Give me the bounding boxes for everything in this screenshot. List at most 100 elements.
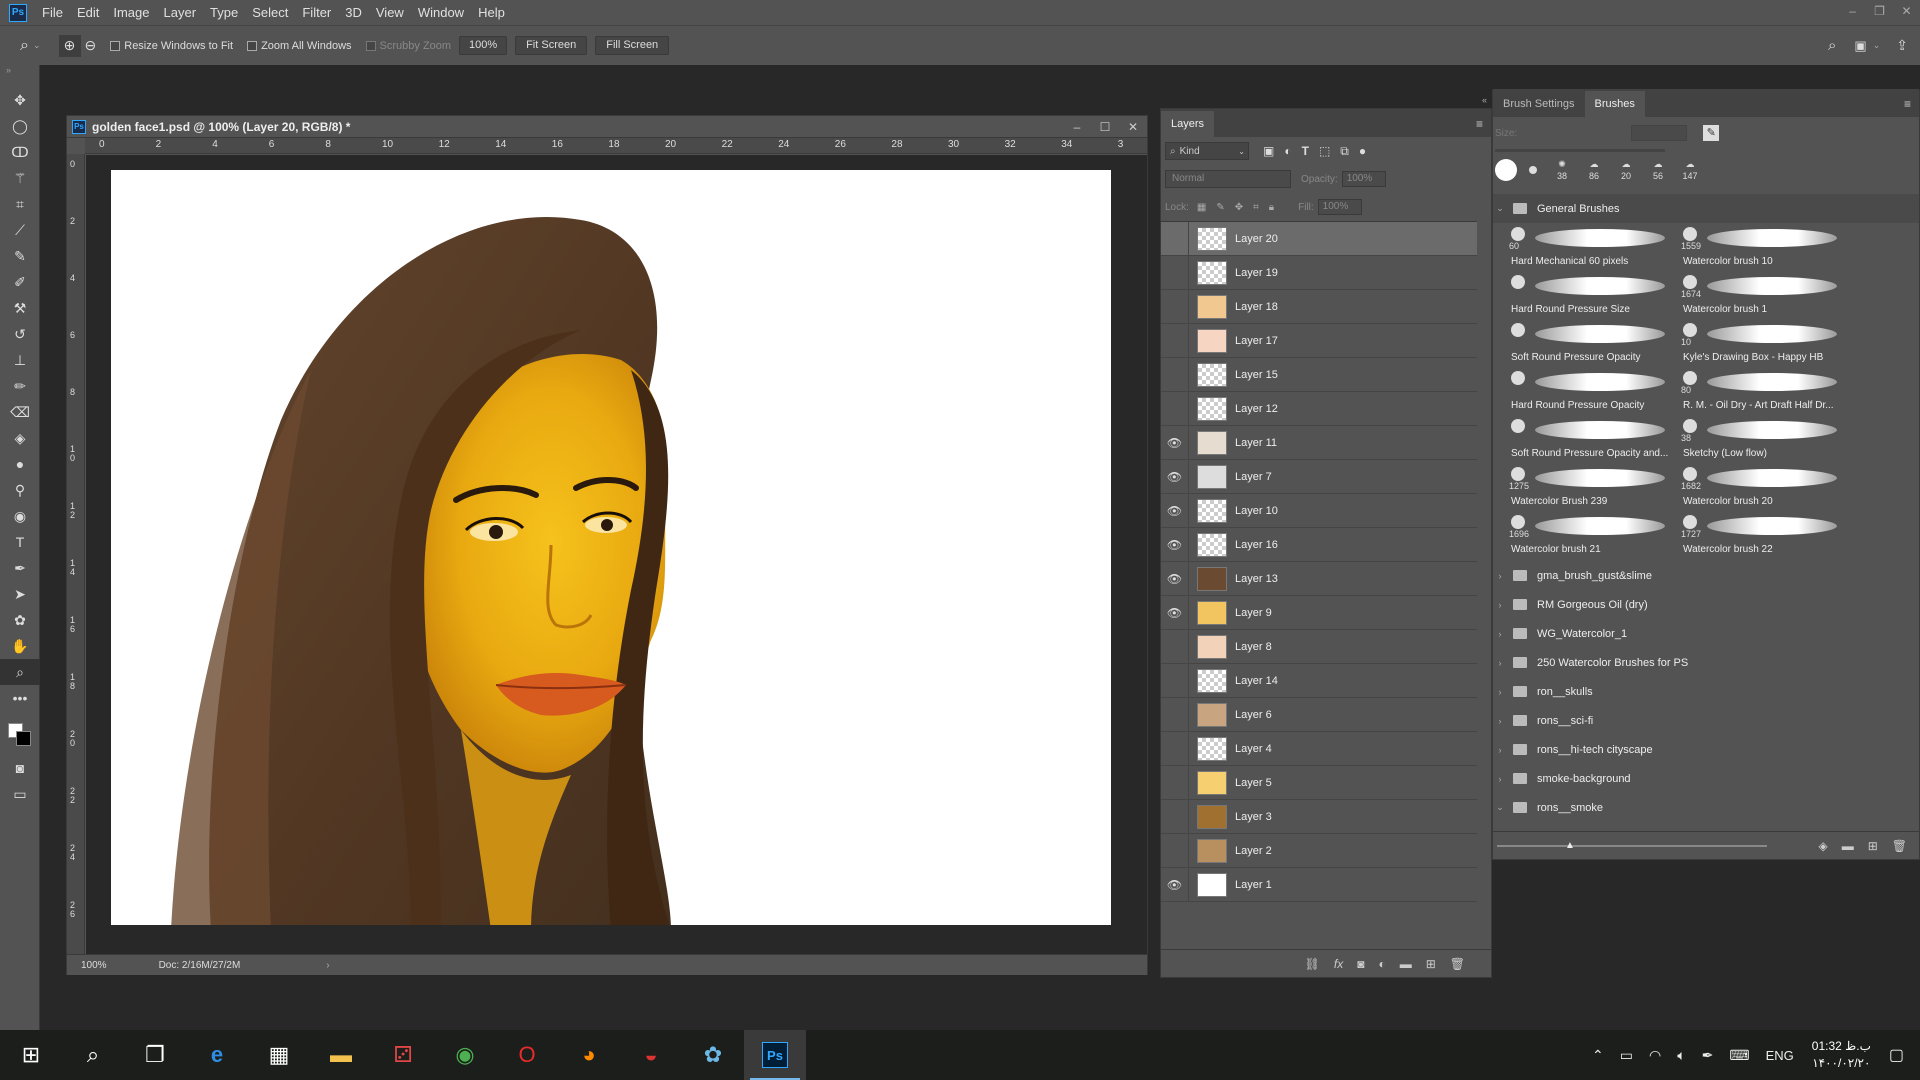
restore-icon[interactable]: ❐	[1866, 0, 1893, 25]
mixer-brush-tool-icon[interactable]: ✏	[0, 373, 40, 399]
visibility-toggle[interactable]	[1161, 834, 1189, 867]
layer-style-icon[interactable]: fx	[1334, 957, 1343, 971]
menu-image[interactable]: Image	[106, 0, 156, 25]
brush-preset[interactable]: Hard Round Pressure Size	[1507, 273, 1673, 319]
brush-group[interactable]: › gma_brush_gust&slime	[1493, 561, 1919, 590]
brush-group[interactable]: › smoke-background	[1493, 764, 1919, 793]
clone-stamp-tool-icon[interactable]: ⚒	[0, 295, 40, 321]
brush-preset[interactable]: 1727 Watercolor brush 22	[1679, 513, 1845, 559]
path-selection-tool-icon[interactable]: ➤	[0, 581, 40, 607]
hand-tool-icon[interactable]: ✋	[0, 633, 40, 659]
layer-row[interactable]: 👁︎ Layer 11	[1161, 426, 1477, 460]
filter-kind-select[interactable]: ⌕ Kind ⌄	[1165, 142, 1249, 160]
keyboard-icon[interactable]: ⌨	[1729, 1047, 1749, 1064]
more-tools-icon[interactable]: •••	[0, 685, 40, 711]
visibility-eye-icon[interactable]: 👁︎	[1161, 528, 1189, 561]
layer-row[interactable]: Layer 18	[1161, 290, 1477, 324]
brush-preset[interactable]: 1682 Watercolor brush 20	[1679, 465, 1845, 511]
document-tab[interactable]: Ps golden face1.psd @ 100% (Layer 20, RG…	[67, 116, 1147, 138]
layer-row[interactable]: Layer 12	[1161, 392, 1477, 426]
recent-brush-20[interactable]: ☁ 20	[1613, 158, 1639, 182]
custom-shape-tool-icon[interactable]: ✿	[0, 607, 40, 633]
taskbar-search-icon[interactable]: ⌕	[62, 1030, 124, 1080]
zoom-in-icon[interactable]: ⊕	[58, 34, 81, 57]
pen-tool-icon[interactable]: ✒	[0, 555, 40, 581]
zoom-tool-icon[interactable]: ⌕	[20, 37, 29, 55]
brush-preset[interactable]: 10 Kyle's Drawing Box - Happy HB	[1679, 321, 1845, 367]
slider-handle-icon[interactable]: ▲	[1565, 840, 1575, 851]
brush-tip-edit-icon[interactable]: ✎	[1703, 125, 1720, 141]
battery-icon[interactable]: ▭	[1620, 1047, 1633, 1064]
brush-preset[interactable]: 38 Sketchy (Low flow)	[1679, 417, 1845, 463]
dodge-tool-icon[interactable]: ⚲	[0, 477, 40, 503]
vertical-ruler[interactable]: 0 2 4 6 8 1 0 1 2 1 4 1 6 1 8 2 0 2 2 2 4 2 6	[67, 154, 85, 954]
filter-shape-icon[interactable]: ⬚	[1319, 144, 1330, 158]
menu-select[interactable]: Select	[245, 0, 295, 25]
volume-icon[interactable]: 🔈︎	[1677, 1047, 1685, 1064]
calculator-icon[interactable]: ▦	[248, 1030, 310, 1080]
recent-brush-147[interactable]: ☁ 147	[1677, 158, 1703, 182]
expand-chevron-icon[interactable]: ›	[1493, 571, 1507, 581]
workspace-icon[interactable]: ▣	[1854, 38, 1866, 54]
lock-all-icon[interactable]: 🔒︎	[1269, 202, 1274, 213]
brush-preset[interactable]: Hard Round Pressure Opacity	[1507, 369, 1673, 415]
layer-row[interactable]: Layer 5	[1161, 766, 1477, 800]
opera-browser-icon[interactable]: O	[496, 1030, 558, 1080]
brush-tool-icon[interactable]: ✐	[0, 269, 40, 295]
history-brush-tool-icon[interactable]: ↺	[0, 321, 40, 347]
filter-type-icon[interactable]: T	[1302, 144, 1309, 158]
group-general-brushes[interactable]: ⌄ General Brushes	[1493, 194, 1919, 223]
zoom-value-field[interactable]: 100%	[459, 36, 508, 55]
recent-brush-hard-tip[interactable]	[1495, 159, 1517, 181]
notifications-icon[interactable]: ▢	[1889, 1045, 1904, 1065]
close-icon[interactable]: ✕	[1893, 0, 1920, 25]
menu-layer[interactable]: Layer	[157, 0, 204, 25]
expand-chevron-icon[interactable]: ›	[1493, 629, 1507, 639]
firefox-browser-icon[interactable]: ◕	[558, 1030, 620, 1080]
paint-app-icon[interactable]: ✿	[682, 1030, 744, 1080]
tab-brushes[interactable]: Brushes	[1584, 91, 1645, 117]
visibility-toggle[interactable]	[1161, 222, 1189, 255]
lasso-tool-icon[interactable]: ↀ	[0, 139, 40, 165]
filter-toggle-icon[interactable]: ●	[1359, 144, 1366, 158]
fill-screen-button[interactable]: Fill Screen	[595, 36, 670, 55]
brush-preset[interactable]: 80 R. M. - Oil Dry - Art Draft Half Dr...	[1679, 369, 1845, 415]
search-icon[interactable]: ⌕	[1828, 37, 1836, 54]
brush-group-icon[interactable]: ▬	[1842, 839, 1854, 853]
layer-row[interactable]: 👁︎ Layer 1	[1161, 868, 1477, 902]
type-tool-icon[interactable]: T	[0, 529, 40, 555]
eraser-tool-icon[interactable]: ⌫	[0, 399, 40, 425]
canvas-area[interactable]	[86, 155, 1147, 954]
visibility-toggle[interactable]	[1161, 324, 1189, 357]
visibility-toggle[interactable]	[1161, 664, 1189, 697]
layer-row[interactable]: 👁︎ Layer 7	[1161, 460, 1477, 494]
link-layers-icon[interactable]: ⛓	[1305, 957, 1320, 971]
brush-preset[interactable]: 1559 Watercolor brush 10	[1679, 225, 1845, 271]
visibility-toggle[interactable]	[1161, 392, 1189, 425]
visibility-toggle[interactable]	[1161, 256, 1189, 289]
lock-transparent-icon[interactable]: ▦	[1197, 202, 1206, 213]
toolbar-collapse-icon[interactable]: »	[0, 65, 39, 87]
blend-mode-select[interactable]: Normal	[1165, 170, 1291, 188]
brush-group[interactable]: › rons__hi-tech cityscape	[1493, 735, 1919, 764]
quick-mask-icon[interactable]: ◙	[0, 755, 40, 781]
wifi-icon[interactable]: ◠	[1649, 1047, 1661, 1064]
brush-group[interactable]: › rons__sci-fi	[1493, 706, 1919, 735]
expand-chevron-icon[interactable]: ›	[1493, 687, 1507, 697]
status-arrow-icon[interactable]: ›	[326, 960, 329, 971]
fit-screen-button[interactable]: Fit Screen	[515, 36, 588, 55]
expand-chevron-icon[interactable]: ›	[1493, 716, 1507, 726]
layer-row[interactable]: Layer 4	[1161, 732, 1477, 766]
recent-brush-56[interactable]: ☁ 56	[1645, 158, 1671, 182]
stamp-tool-icon[interactable]: ⊥	[0, 347, 40, 373]
expand-chevron-icon[interactable]: ›	[1493, 658, 1507, 668]
visibility-toggle[interactable]	[1161, 800, 1189, 833]
size-field[interactable]	[1631, 125, 1688, 141]
menu-window[interactable]: Window	[411, 0, 471, 25]
layer-row[interactable]: Layer 3	[1161, 800, 1477, 834]
media-app-icon[interactable]: ◒	[620, 1030, 682, 1080]
layer-mask-icon[interactable]: ◙	[1357, 957, 1364, 971]
zoom-tool-active-icon[interactable]: ⌕	[0, 659, 40, 685]
lock-position-icon[interactable]: ✥	[1235, 202, 1243, 213]
pen-icon[interactable]: ✒	[1702, 1047, 1714, 1064]
